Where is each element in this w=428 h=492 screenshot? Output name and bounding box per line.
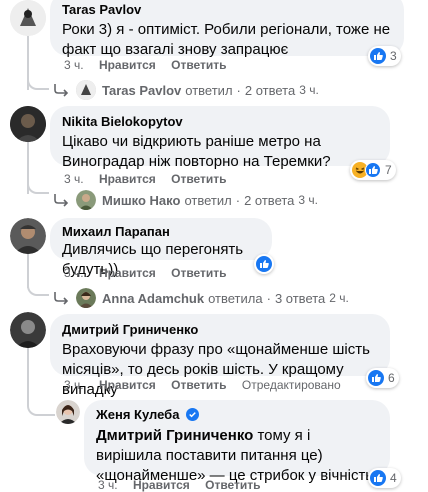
- reply-count: 3 ответа: [274, 290, 326, 306]
- like-icon: [256, 256, 272, 272]
- reply-time: 3 ч.: [299, 83, 319, 97]
- avatar-image: [10, 218, 46, 254]
- separator: ·: [266, 290, 271, 306]
- comment-actions: 3 ч. Нравится Ответить: [64, 266, 239, 280]
- reaction-count: 6: [388, 371, 395, 385]
- separator: ·: [235, 192, 241, 208]
- like-button[interactable]: Нравится: [99, 58, 156, 72]
- reply-summary[interactable]: Taras Pavlov ответил · 2 ответа 3 ч.: [52, 80, 319, 100]
- verified-badge-icon: [185, 408, 199, 421]
- thread-curve: [27, 282, 49, 296]
- reply-bubble: Женя Кулеба Дмитрий Гриниченко тому я і …: [84, 400, 390, 484]
- reaction-summary[interactable]: 6: [366, 368, 399, 388]
- reply-button[interactable]: Ответить: [171, 378, 226, 392]
- reaction-summary[interactable]: [254, 254, 274, 274]
- reply-button[interactable]: Ответить: [171, 58, 226, 72]
- comment-author[interactable]: Дмитрий Гриниченко: [62, 322, 378, 338]
- reply-author: Taras Pavlov: [102, 82, 182, 98]
- reply-summary[interactable]: Мишко Нако ответил · 2 ответа 3 ч.: [52, 190, 318, 210]
- thread-curve: [27, 78, 49, 90]
- reply-action: ответил: [184, 192, 232, 208]
- comment-time[interactable]: 3 ч.: [64, 266, 84, 280]
- avatar-image: [10, 106, 46, 142]
- mention-link[interactable]: Дмитрий Гриниченко: [96, 427, 253, 444]
- like-button[interactable]: Нравится: [99, 266, 156, 280]
- comment-author[interactable]: Михаил Парапан: [62, 224, 260, 240]
- avatar: [76, 80, 96, 100]
- reply-arrow-icon: [54, 292, 69, 305]
- reply-time: 3 ч.: [298, 193, 318, 207]
- edited-label[interactable]: Отредактировано: [242, 378, 341, 392]
- separator: ·: [236, 82, 241, 98]
- like-icon: [368, 370, 384, 386]
- comment-text: Роки 3) я - оптиміст. Робили регіонали, …: [62, 21, 391, 58]
- reply-summary[interactable]: Anna Adamchuk ответила · 3 ответа 2 ч.: [52, 288, 349, 308]
- avatar: [76, 288, 96, 308]
- avatar-image: [56, 400, 80, 424]
- reply-count: 2 ответа: [244, 82, 296, 98]
- reply-author: Мишко Нако: [102, 192, 181, 208]
- comment-time[interactable]: 3 ч.: [64, 58, 84, 72]
- avatar[interactable]: [10, 106, 46, 142]
- reaction-count: 7: [385, 163, 392, 177]
- avatar: [76, 190, 96, 210]
- reaction-count: 3: [390, 49, 397, 63]
- reply-action: ответила: [208, 290, 263, 306]
- comment-bubble: Дмитрий Гриниченко Враховуючи фразу про …: [50, 314, 390, 398]
- comment-author[interactable]: Женя Кулеба: [96, 407, 179, 422]
- like-icon: [365, 162, 381, 178]
- reaction-summary[interactable]: 4: [368, 468, 401, 488]
- comment-actions: 3 ч. Нравится Ответить Отредактировано: [64, 378, 353, 392]
- thread-curve: [27, 180, 49, 194]
- comment-bubble: Nikita Bielokopytov Цікаво чи відкриють …: [50, 106, 390, 170]
- comment-bubble: Taras Pavlov Роки 3) я - оптиміст. Робил…: [50, 0, 404, 58]
- like-icon: [370, 48, 386, 64]
- comment-actions: 3 ч. Нравится Ответить: [98, 478, 273, 492]
- avatar-image: [10, 312, 46, 348]
- comment-author[interactable]: Nikita Bielokopytov: [62, 114, 378, 130]
- comment-text: Цікаво чи відкриють раніше метро на Вино…: [62, 133, 331, 170]
- reply-arrow-icon: [54, 84, 69, 97]
- like-icon: [370, 470, 386, 486]
- thread-curve: [27, 390, 55, 416]
- reaction-count: 4: [390, 471, 397, 485]
- avatar[interactable]: [10, 312, 46, 348]
- reply-button[interactable]: Ответить: [171, 266, 226, 280]
- reply-button[interactable]: Ответить: [205, 478, 260, 492]
- reply-count: 2 ответа: [244, 192, 295, 208]
- comment-actions: 3 ч. Нравится Ответить: [64, 172, 239, 186]
- comment-time[interactable]: 3 ч.: [64, 172, 84, 186]
- like-button[interactable]: Нравится: [99, 172, 156, 186]
- comment-bubble: Михаил Парапан Дивлячись що перегонять б…: [50, 218, 272, 278]
- reply-button[interactable]: Ответить: [171, 172, 226, 186]
- reply-action: ответил: [185, 82, 233, 98]
- comment-time[interactable]: 3 ч.: [64, 378, 84, 392]
- reaction-summary[interactable]: 7: [350, 160, 396, 180]
- like-button[interactable]: Нравится: [133, 478, 190, 492]
- avatar[interactable]: [10, 0, 46, 36]
- reply-arrow-icon: [54, 194, 69, 207]
- comment-actions: 3 ч. Нравится Ответить: [64, 58, 239, 72]
- avatar[interactable]: [10, 218, 46, 254]
- comment-author[interactable]: Taras Pavlov: [62, 2, 392, 18]
- avatar-image: [10, 0, 46, 36]
- comment-time[interactable]: 3 ч.: [98, 478, 118, 492]
- reply-time: 2 ч.: [329, 291, 349, 305]
- reply-author: Anna Adamchuk: [102, 290, 205, 306]
- reaction-summary[interactable]: 3: [368, 46, 401, 66]
- avatar[interactable]: [56, 400, 80, 424]
- like-button[interactable]: Нравится: [99, 378, 156, 392]
